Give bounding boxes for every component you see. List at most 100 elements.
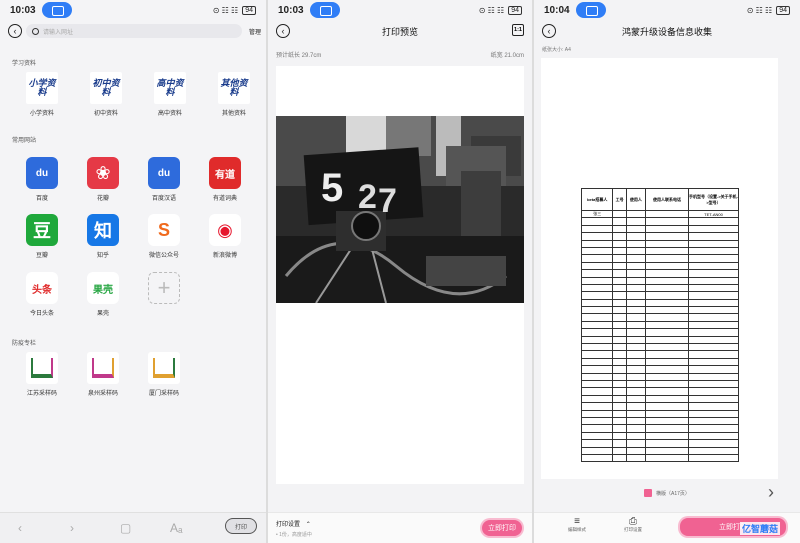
table-cell [580,357,614,367]
landscape-checkbox[interactable]: 横版（A17页） [644,489,690,497]
site-item[interactable]: du 百度 [20,157,64,202]
table-cell [625,372,647,382]
site-logo-icon: ❀ [87,157,119,189]
next-page-icon[interactable]: › [768,482,774,503]
table-cell [688,232,739,241]
font-size-icon[interactable]: Aₐ [170,521,182,535]
table-cell [612,394,627,404]
table-cell [612,209,627,219]
table-cell [645,453,689,463]
print-button[interactable]: 打印 [225,518,257,534]
signal-icons: ⊙ ☷ ☷ [478,5,505,15]
add-site-button[interactable]: + [142,272,186,304]
table-cell [645,320,689,330]
study-item-label: 高中资料 [157,111,182,117]
table-cell [612,343,627,352]
back-icon[interactable]: ‹ [8,24,22,38]
table-cell [612,276,627,285]
table-row [580,446,739,455]
table-cell [612,409,627,418]
table-row [580,291,739,300]
table-cell [625,209,647,219]
search-input[interactable]: 请输入网址 [26,24,242,38]
table-cell [688,254,739,263]
table-header-cell: 使用人联系电话 [645,188,689,211]
table-cell [612,372,627,382]
table-cell [625,402,647,411]
table-cell [625,239,647,248]
site-item[interactable]: 豆豆瓣 [20,214,64,259]
site-logo-icon: S [148,214,180,246]
form-preview-panel: 10:04 ⊙ ☷ ☷ 94 ‹ 鸿蒙升级设备信息收集 纸张大小: A4 bet… [534,0,800,543]
tabs-icon[interactable]: ▢ [120,521,131,535]
study-item[interactable]: 初中资料 初中资料 [84,72,128,117]
print-now-button[interactable]: 立即打印 [482,520,522,536]
table-row [580,379,739,389]
back-nav-icon[interactable]: ‹ [18,521,22,535]
print-settings-toggle[interactable]: 打印设置 ⌃ [276,519,311,528]
site-item[interactable]: S 微信公众号 [142,214,186,259]
table-cell [645,313,689,322]
sampling-code-item[interactable]: 泉州采样码 [81,352,125,397]
table-cell [688,416,739,426]
table-cell [612,446,627,455]
table-cell [625,394,647,404]
screen-cast-icon[interactable] [310,2,340,18]
table-cell [625,409,647,418]
table-cell [645,402,689,411]
edit-format-button[interactable]: ≡ 编辑样式 [568,516,586,533]
table-header-cell: 工号 [612,188,627,211]
checkbox-checked-icon [644,489,652,497]
table-cell [688,431,739,441]
sampling-code-item[interactable]: 厦门采样码 [142,352,186,397]
table-cell [645,350,689,359]
print-settings-label: 打印设置 [276,522,301,528]
site-item-label: 今日头条 [29,311,54,317]
table-cell [580,394,614,404]
site-item[interactable]: 果壳 果壳 [81,272,125,317]
print-settings-button[interactable]: ⎙ 打印设置 [624,516,642,533]
study-item[interactable]: 小学资料 小学资料 [20,72,64,117]
table-cell [580,453,614,463]
table-cell [688,402,739,411]
ratio-toggle-button[interactable]: 1:1 [512,24,524,36]
info-table: beta招募人 工号 使用人 使用人联系电话 手机型号（设置->关于手机->型号） 张三… [580,188,739,463]
table-row [580,246,739,256]
site-item[interactable]: du 百度汉语 [142,157,186,202]
forward-nav-icon[interactable]: › [70,521,74,535]
page-title: 打印预览 [381,27,418,37]
paper-size: 纸张大小: A4 [542,47,571,53]
table-cell [580,328,614,337]
table-cell [645,291,689,300]
manage-button[interactable]: 管理 [249,27,261,36]
table-row [580,232,739,241]
site-item-label: 有道词典 [212,196,237,202]
table-cell [580,372,614,382]
table-row [580,320,739,330]
study-item[interactable]: 高中资料 高中资料 [148,72,192,117]
table-cell [612,320,627,330]
site-item[interactable]: 知知乎 [81,214,125,259]
site-item[interactable]: ◉ 新浪微博 [203,214,247,259]
table-cell [645,283,689,293]
table-row [580,409,739,418]
table-cell [612,224,627,234]
table-cell: TET-AN00 [688,209,739,219]
site-item[interactable]: ❀ 花瓣 [81,157,125,202]
preview-paper: beta招募人 工号 使用人 使用人联系电话 手机型号（设置->关于手机->型号） 张三… [541,58,778,479]
table-cell [612,306,627,315]
table-cell [688,224,739,234]
table-cell [645,232,689,241]
table-cell [612,357,627,367]
screen-cast-icon[interactable] [42,2,72,18]
sampling-code-item[interactable]: 江苏采样码 [20,352,64,397]
screen-cast-icon[interactable] [576,2,606,18]
table-cell [645,239,689,248]
site-item[interactable]: 有道 有道词典 [203,157,247,202]
study-item[interactable]: 其他资料 其他资料 [212,72,256,117]
table-cell [688,446,739,455]
table-cell [580,424,614,433]
table-cell [645,379,689,389]
site-item[interactable]: 头条 今日头条 [20,272,64,317]
table-header-cell: 手机型号（设置->关于手机->型号） [688,188,739,211]
